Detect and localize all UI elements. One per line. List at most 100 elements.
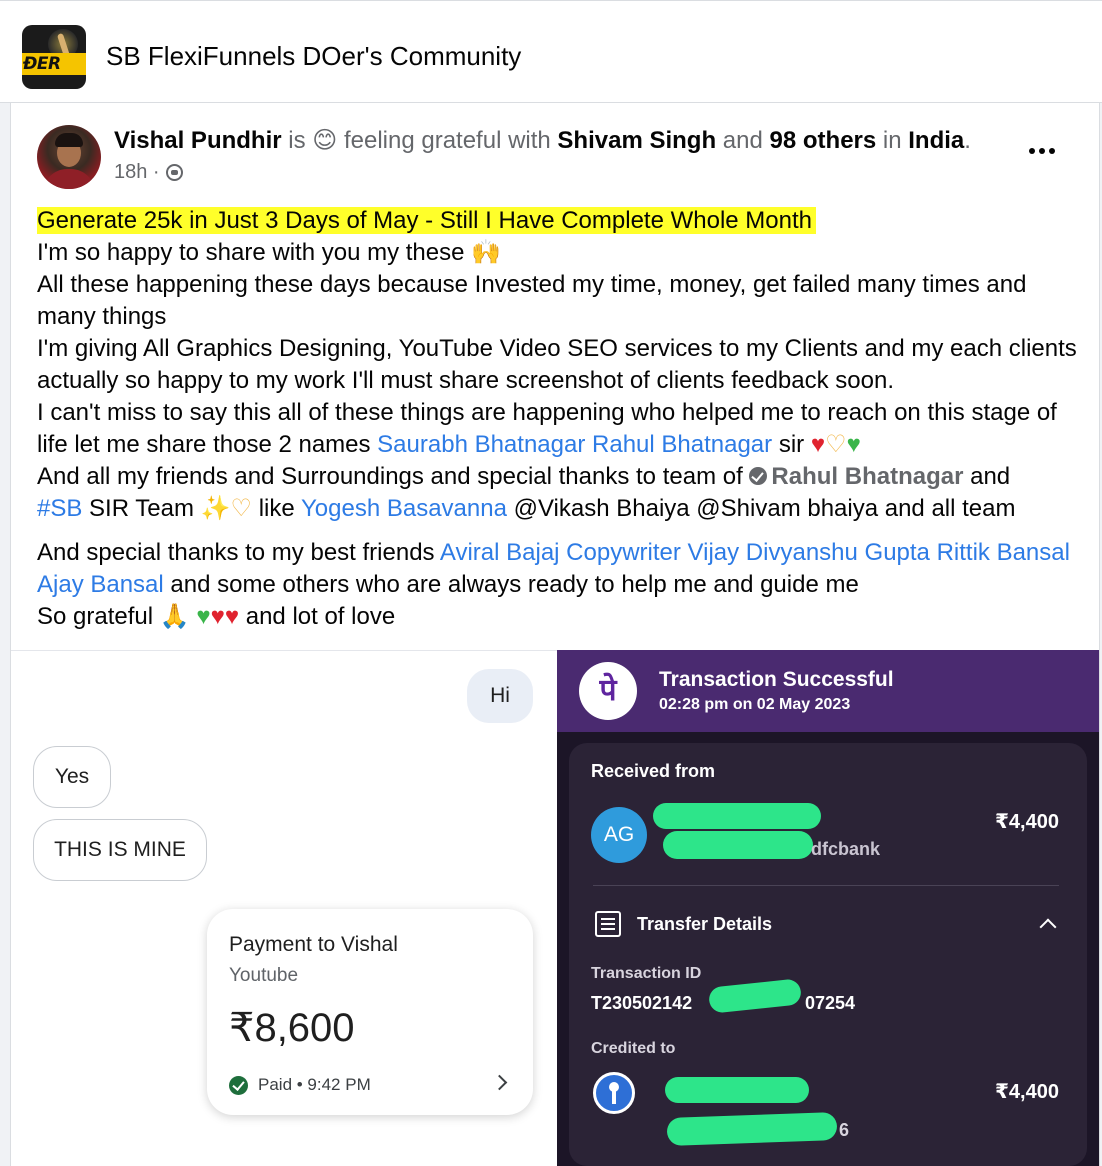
avatar-hair xyxy=(55,133,83,147)
redaction-mark xyxy=(707,978,803,1014)
bank-logo-icon xyxy=(593,1072,635,1114)
divider xyxy=(593,885,1059,886)
link-aviral-bajaj[interactable]: Aviral Bajaj Copywriter xyxy=(440,539,681,566)
line6-like: like xyxy=(252,495,301,522)
chat-bubble-this-is-mine: THIS IS MINE xyxy=(33,819,207,881)
post-line-headline: Generate 25k in Just 3 Days of May - Sti… xyxy=(37,205,1077,237)
verified-icon xyxy=(749,467,768,485)
payment-title: Payment to Vishal xyxy=(229,933,398,956)
transaction-status-title: Transaction Successful xyxy=(659,668,894,691)
credited-amount: ₹4,400 xyxy=(995,1081,1059,1103)
green-heart-emoji: ♥ xyxy=(196,603,211,630)
transfer-details-label[interactable]: Transfer Details xyxy=(637,914,772,935)
payment-amount: ₹8,600 xyxy=(229,1006,355,1050)
payment-status-text: Paid • 9:42 PM xyxy=(258,1075,371,1094)
period: . xyxy=(964,127,971,154)
group-title[interactable]: SB FlexiFunnels DOer's Community xyxy=(106,41,521,72)
tagged-person[interactable]: Shivam Singh xyxy=(557,127,716,154)
audience-globe-icon[interactable] xyxy=(165,164,183,181)
payment-status: Paid • 9:42 PM xyxy=(229,1075,371,1095)
folded-hands-emoji: 🙏 xyxy=(159,603,190,630)
check-circle-icon xyxy=(229,1075,248,1095)
payment-card: Payment to Vishal Youtube ₹8,600 Paid • … xyxy=(207,909,533,1115)
account-tail: 6 xyxy=(839,1120,850,1140)
post-line-1: I'm so happy to share with you my these … xyxy=(37,239,502,266)
received-from-label: Received from xyxy=(591,761,716,781)
post-line-6: #SB SIR Team ✨♡ like Yogesh Basavanna @V… xyxy=(37,493,1077,525)
feeling-text: feeling grateful with xyxy=(337,127,558,154)
transaction-id-label: Transaction ID xyxy=(591,965,702,982)
redaction-mark xyxy=(653,803,821,829)
redaction-mark xyxy=(666,1112,838,1146)
post-line-2: All these happening these days because I… xyxy=(37,271,1027,330)
chat-bubble-hi: Hi xyxy=(467,669,533,723)
line5-text: And all my friends and Surroundings and … xyxy=(37,463,750,490)
post-meta: 18h · xyxy=(114,161,183,184)
chat-bubble-yes: Yes xyxy=(33,746,111,808)
payment-note: Youtube xyxy=(229,965,299,986)
post-card: Vishal Pundhir is 😊 feeling grateful wit… xyxy=(10,103,1100,1166)
line7-text: And special thanks to my best friends xyxy=(37,539,440,566)
headline-highlight: Generate 25k in Just 3 Days of May - Sti… xyxy=(37,207,816,234)
line8-text: So grateful xyxy=(37,603,160,630)
link-ajay-bansal[interactable]: Ajay Bansal xyxy=(37,571,164,598)
author-name[interactable]: Vishal Pundhir xyxy=(114,127,282,154)
transaction-card: Received from AG dfcbank ₹4,400 Transfer… xyxy=(569,743,1087,1166)
post-line-4: I can't miss to say this all of these th… xyxy=(37,397,1077,461)
redaction-mark xyxy=(663,831,813,859)
author-avatar[interactable] xyxy=(37,125,101,189)
phonepe-logo-glyph: पे xyxy=(599,673,617,708)
line4-sir: sir xyxy=(772,431,811,458)
sender-bank: dfcbank xyxy=(811,839,881,859)
group-logo[interactable]: ÐER xyxy=(22,25,86,89)
is-word: is xyxy=(281,127,313,154)
sender-avatar: AG xyxy=(591,807,647,863)
post-line-8: So grateful 🙏 ♥♥♥ and lot of love xyxy=(37,601,1077,633)
line6-text: SIR Team xyxy=(82,495,201,522)
sparkles-emoji: ✨ xyxy=(200,495,231,522)
line6-rest: @Vikash Bhaiya @Shivam bhaiya and all te… xyxy=(506,495,1016,522)
receipt-list-icon xyxy=(595,911,621,937)
red-heart-emoji: ♥ xyxy=(810,431,826,458)
chevron-up-icon[interactable] xyxy=(1039,918,1057,936)
link-vijay-divyanshu-gupta[interactable]: Vijay Divyanshu Gupta xyxy=(688,539,930,566)
more-options-icon[interactable] xyxy=(1029,143,1061,159)
heart-hands-emoji: ♡ xyxy=(825,431,847,458)
link-yogesh-basavanna[interactable]: Yogesh Basavanna xyxy=(301,495,507,522)
link-saurabh-bhatnagar[interactable]: Saurabh Bhatnagar xyxy=(377,431,585,458)
and-word: and xyxy=(716,127,770,154)
post-time[interactable]: 18h · xyxy=(114,161,160,184)
others-link[interactable]: 98 others xyxy=(770,127,877,154)
transaction-id-head: T230502142 xyxy=(591,993,693,1013)
phonepe-screenshot[interactable]: पे Transaction Successful 02:28 pm on 02… xyxy=(557,650,1099,1166)
avatar-shirt xyxy=(43,169,95,189)
post-line-7: And special thanks to my best friends Av… xyxy=(37,537,1077,601)
heart-hands-emoji: ♡ xyxy=(230,495,253,522)
line5-and: and xyxy=(963,463,1011,490)
redaction-mark xyxy=(665,1077,809,1103)
received-amount: ₹4,400 xyxy=(995,811,1059,833)
post-body: Generate 25k in Just 3 Days of May - Sti… xyxy=(37,205,1077,633)
chevron-right-icon xyxy=(491,1074,508,1091)
link-rittik-bansal[interactable]: Rittik Bansal xyxy=(937,539,1070,566)
in-word: in xyxy=(876,127,909,154)
transaction-id-tail: 07254 xyxy=(805,993,856,1013)
line7-rest: and some others who are always ready to … xyxy=(163,571,859,598)
group-header: ÐER SB FlexiFunnels DOer's Community xyxy=(0,0,1102,103)
link-rahul-bhatnagar[interactable]: Rahul Bhatnagar xyxy=(592,431,772,458)
post-line-3: I'm giving All Graphics Designing, YouTu… xyxy=(37,335,1077,394)
line8-rest: and lot of love xyxy=(239,603,396,630)
location-link[interactable]: India xyxy=(908,127,964,154)
feeling-emoji: 😊 xyxy=(312,126,338,154)
mention-rahul-bhatnagar[interactable]: Rahul Bhatnagar xyxy=(771,463,963,490)
green-heart-emoji: ♥ xyxy=(846,431,861,458)
logo-text: ÐER xyxy=(22,53,86,75)
payment-chat-screenshot[interactable]: Hi Yes THIS IS MINE Payment to Vishal Yo… xyxy=(11,650,557,1166)
red-heart-emoji: ♥♥ xyxy=(210,603,240,630)
credited-to-label: Credited to xyxy=(591,1040,676,1057)
phonepe-logo: पे xyxy=(579,662,637,720)
phonepe-header: पे Transaction Successful 02:28 pm on 02… xyxy=(557,650,1099,732)
post-line-5: And all my friends and Surroundings and … xyxy=(37,461,1077,493)
hashtag-sb[interactable]: #SB xyxy=(37,495,82,522)
